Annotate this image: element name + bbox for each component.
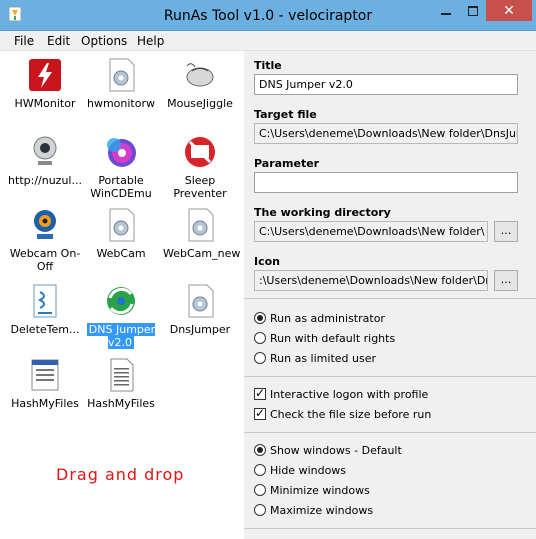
maximize-icon [468,5,478,16]
generic-exe-icon [109,208,135,242]
check-interactive-logon[interactable]: Interactive logon with profile [254,386,428,402]
minimize-icon [441,12,451,15]
icon-field[interactable]: :\Users\deneme\Downloads\New folder\DnsJ… [254,270,488,291]
radio-button[interactable] [254,464,266,476]
icon-label: Icon [254,255,281,268]
radio-hide-windows[interactable]: Hide windows [254,462,346,478]
list-item[interactable]: DnsJumper [163,282,237,336]
workdir-browse-button[interactable]: ... [494,221,518,242]
list-item[interactable]: Webcam On-Off [8,206,82,273]
generic-exe-icon [188,208,214,242]
check-file-size[interactable]: Check the file size before run [254,406,431,422]
radio-button[interactable] [254,352,266,364]
list-item[interactable]: http://nuzul... [8,133,82,187]
menu-help[interactable]: Help [137,34,164,48]
checkbox[interactable] [254,406,266,420]
properties-panel: Title DNS Jumper v2.0 Target file C:\Use… [244,51,536,539]
radio-maximize-windows[interactable]: Maximize windows [254,502,373,518]
shortcut-list[interactable]: HWMonitor hwmonitorw MouseJiggle http://… [5,51,244,539]
menu-file[interactable]: File [14,34,34,48]
separator [244,376,536,377]
checkbox[interactable] [254,386,266,400]
title-field[interactable]: DNS Jumper v2.0 [254,74,518,95]
close-button[interactable]: ✕ [486,0,532,21]
dns-jumper-icon [107,287,135,315]
no-sleep-icon [185,137,215,167]
target-label: Target file [254,108,317,121]
hwmonitor-icon [29,59,61,91]
minimize-button[interactable] [432,0,460,21]
menu-options[interactable]: Options [81,34,127,48]
disc-icon [107,138,136,167]
webcam-icon [33,136,57,165]
list-item[interactable]: DNS Jumper v2.0 [84,282,158,349]
icon-browse-button[interactable]: ... [494,270,518,291]
radio-button[interactable] [254,504,266,516]
radio-button[interactable] [254,484,266,496]
webcam-onoff-icon [34,210,56,239]
hashmyfiles-icon [31,359,59,391]
list-item[interactable]: DeleteTem... [8,282,82,336]
list-item[interactable]: Portable WinCDEmu [84,133,158,200]
separator [244,528,536,529]
title-bar: RunAs Tool v1.0 - velociraptor ✕ [0,0,536,31]
text-file-icon [110,358,134,392]
parameter-field[interactable] [254,172,518,193]
workdir-label: The working directory [254,206,391,219]
list-item[interactable]: HashMyFiles [84,356,158,410]
script-icon [33,284,57,318]
list-item[interactable]: HashMyFiles [8,356,82,410]
title-label: Title [254,59,282,72]
separator [244,298,536,299]
list-item[interactable]: WebCam [84,206,158,260]
menu-edit[interactable]: Edit [47,34,70,48]
radio-button[interactable] [254,444,266,456]
parameter-label: Parameter [254,157,320,170]
list-item[interactable]: Sleep Preventer [163,133,237,200]
radio-run-limited[interactable]: Run as limited user [254,350,376,366]
radio-button[interactable] [254,312,266,324]
target-field[interactable]: C:\Users\deneme\Downloads\New folder\Dns… [254,123,518,144]
list-item[interactable]: MouseJiggle [163,56,237,110]
list-item[interactable]: WebCam_new [163,206,240,260]
radio-minimize-windows[interactable]: Minimize windows [254,482,370,498]
radio-run-as-admin[interactable]: Run as administrator [254,310,385,326]
list-item[interactable]: hwmonitorw [84,56,158,110]
radio-run-default[interactable]: Run with default rights [254,330,395,346]
separator [244,432,536,433]
workdir-field[interactable]: C:\Users\deneme\Downloads\New folder\ [254,221,488,242]
radio-show-windows[interactable]: Show windows - Default [254,442,402,458]
drag-drop-hint: Drag and drop [56,465,185,484]
close-icon: ✕ [503,2,515,19]
generic-exe-icon [188,284,214,318]
generic-exe-icon [109,58,135,92]
list-item[interactable]: HWMonitor [8,56,82,110]
menu-bar: File Edit Options Help [0,31,536,51]
radio-button[interactable] [254,332,266,344]
maximize-button[interactable] [460,0,486,21]
mouse-icon [186,63,214,87]
